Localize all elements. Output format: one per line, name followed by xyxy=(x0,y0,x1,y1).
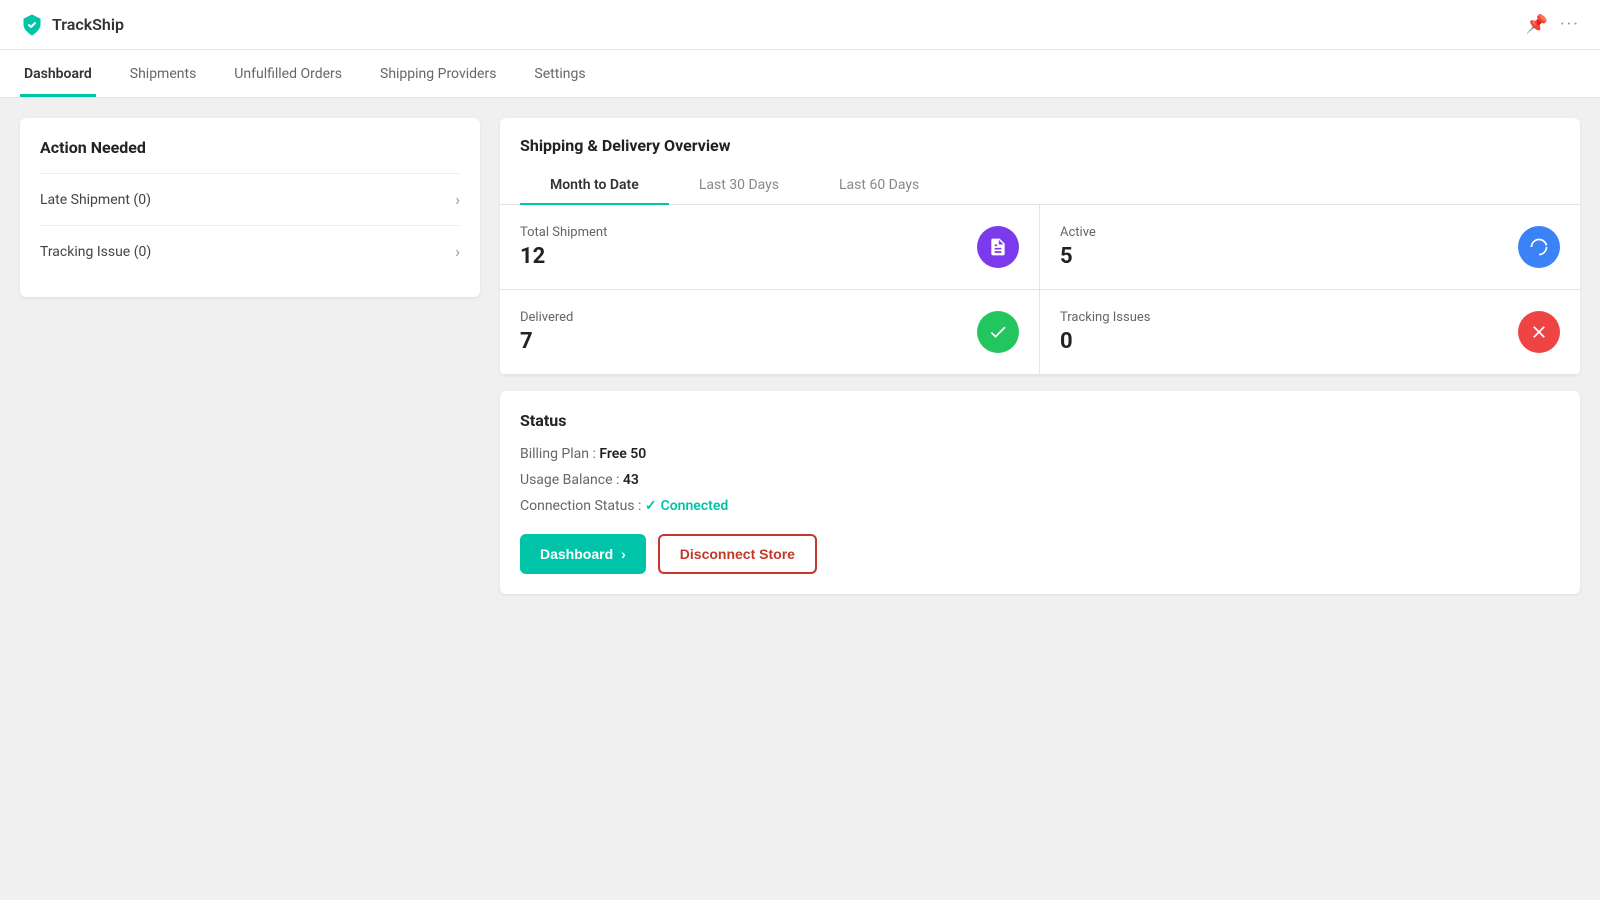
stat-tracking-issues-info: Tracking Issues 0 xyxy=(1060,310,1151,354)
connected-check-icon: ✓ xyxy=(645,498,657,514)
app-name: TrackShip xyxy=(52,15,124,34)
late-shipment-label: Late Shipment (0) xyxy=(40,192,151,208)
stat-total-shipment-info: Total Shipment 12 xyxy=(520,225,607,269)
tab-last-30-days[interactable]: Last 30 Days xyxy=(669,167,809,205)
stat-total-shipment-icon xyxy=(977,226,1019,268)
disconnect-store-button[interactable]: Disconnect Store xyxy=(658,534,817,574)
chevron-right-icon-2: › xyxy=(455,242,460,261)
stat-total-shipment: Total Shipment 12 xyxy=(500,205,1040,290)
stat-delivered: Delivered 7 xyxy=(500,290,1040,374)
stat-total-shipment-value: 12 xyxy=(520,244,607,269)
logo: TrackShip xyxy=(20,13,124,37)
stat-tracking-issues-label: Tracking Issues xyxy=(1060,310,1151,325)
stat-active-info: Active 5 xyxy=(1060,225,1096,269)
stat-active-value: 5 xyxy=(1060,244,1096,269)
dashboard-button[interactable]: Dashboard › xyxy=(520,534,646,574)
nav-item-settings[interactable]: Settings xyxy=(530,66,589,97)
action-needed-title: Action Needed xyxy=(40,138,460,157)
connection-status-value: ✓Connected xyxy=(645,498,728,514)
billing-plan-value: Free 50 xyxy=(599,446,646,462)
stat-delivered-info: Delivered 7 xyxy=(520,310,573,354)
pin-icon: 📌 xyxy=(1525,14,1547,35)
logo-icon xyxy=(20,13,44,37)
overview-panel: Shipping & Delivery Overview Month to Da… xyxy=(500,118,1580,375)
stat-delivered-label: Delivered xyxy=(520,310,573,325)
tab-last-60-days[interactable]: Last 60 Days xyxy=(809,167,949,205)
nav-item-shipments[interactable]: Shipments xyxy=(126,66,201,97)
usage-balance-value: 43 xyxy=(623,472,639,488)
right-panel: Shipping & Delivery Overview Month to Da… xyxy=(500,118,1580,594)
connection-status-label: Connection Status : xyxy=(520,498,645,514)
more-options-icon[interactable]: ··· xyxy=(1560,14,1580,35)
stat-total-shipment-label: Total Shipment xyxy=(520,225,607,240)
nav-item-shipping-providers[interactable]: Shipping Providers xyxy=(376,66,500,97)
stat-delivered-icon xyxy=(977,311,1019,353)
billing-plan-row: Billing Plan : Free 50 xyxy=(520,446,1560,462)
nav-item-dashboard[interactable]: Dashboard xyxy=(20,66,96,97)
stat-delivered-value: 7 xyxy=(520,329,573,354)
usage-balance-label: Usage Balance : xyxy=(520,472,623,488)
arrow-right-icon: › xyxy=(621,546,626,562)
overview-tabs: Month to Date Last 30 Days Last 60 Days xyxy=(500,167,1580,205)
connection-status-row: Connection Status : ✓Connected xyxy=(520,498,1560,514)
chevron-right-icon: › xyxy=(455,190,460,209)
app-header: TrackShip 📌 ··· xyxy=(0,0,1600,50)
stat-tracking-issues-value: 0 xyxy=(1060,329,1151,354)
stat-active-label: Active xyxy=(1060,225,1096,240)
main-nav: Dashboard Shipments Unfulfilled Orders S… xyxy=(0,50,1600,98)
stat-tracking-issues-icon xyxy=(1518,311,1560,353)
tracking-issue-label: Tracking Issue (0) xyxy=(40,244,151,260)
late-shipment-item[interactable]: Late Shipment (0) › xyxy=(40,173,460,225)
stat-active: Active 5 xyxy=(1040,205,1580,290)
main-content: Action Needed Late Shipment (0) › Tracki… xyxy=(0,98,1600,614)
overview-title: Shipping & Delivery Overview xyxy=(500,118,1580,155)
tab-month-to-date[interactable]: Month to Date xyxy=(520,167,669,205)
header-actions: 📌 ··· xyxy=(1525,14,1580,35)
status-buttons: Dashboard › Disconnect Store xyxy=(520,534,1560,574)
stats-grid: Total Shipment 12 Active 5 xyxy=(500,205,1580,375)
action-needed-panel: Action Needed Late Shipment (0) › Tracki… xyxy=(20,118,480,297)
billing-plan-label: Billing Plan : xyxy=(520,446,599,462)
stat-tracking-issues: Tracking Issues 0 xyxy=(1040,290,1580,374)
status-title: Status xyxy=(520,411,1560,430)
tracking-issue-item[interactable]: Tracking Issue (0) › xyxy=(40,225,460,277)
nav-item-unfulfilled-orders[interactable]: Unfulfilled Orders xyxy=(230,66,346,97)
usage-balance-row: Usage Balance : 43 xyxy=(520,472,1560,488)
status-panel: Status Billing Plan : Free 50 Usage Bala… xyxy=(500,391,1580,594)
stat-active-icon xyxy=(1518,226,1560,268)
